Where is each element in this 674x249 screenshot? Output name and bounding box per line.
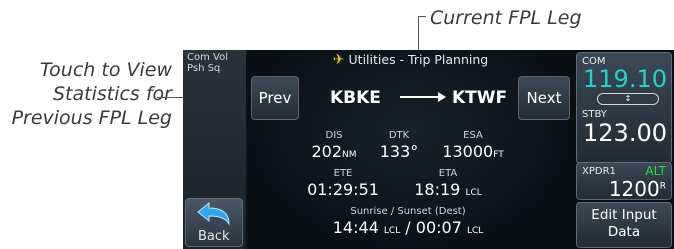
com-active-freq: 119.10	[583, 65, 667, 93]
leg-from-airport: KBKE	[330, 88, 381, 108]
dis-unit: NM	[342, 150, 357, 160]
airplane-icon: ✈	[332, 52, 345, 68]
dis-number: 202	[311, 142, 343, 161]
prev-leg-button[interactable]: Prev	[251, 76, 299, 120]
eta-label: ETA	[438, 168, 458, 179]
esa-value: 13000FT	[428, 142, 518, 161]
esa-label: ESA	[463, 130, 483, 141]
sunrise-sunset-value: 14:44 LCL / 00:07 LCL	[332, 218, 484, 237]
ete-value: 01:29:51	[307, 180, 379, 199]
left-bar: Com Vol Psh Sq Back	[183, 50, 246, 249]
sunrise-value: 14:44	[332, 218, 379, 237]
esa-number: 13000	[442, 142, 494, 161]
transponder-box[interactable]: XPDR1 ALT 1200R	[576, 162, 672, 201]
callout-line: Previous FPL Leg	[11, 107, 172, 129]
trip-planning-panel: ✈ Utilities - Trip Planning Prev Next KBK…	[248, 50, 573, 249]
page-title-text: Utilities - Trip Planning	[348, 52, 489, 67]
esa-unit: FT	[493, 150, 504, 160]
xpdr-mode: ALT	[645, 164, 666, 178]
xpdr-code-number: 1200	[608, 177, 660, 201]
swap-freq-icon[interactable]: ↕	[597, 93, 659, 105]
dis-label: DIS	[325, 130, 343, 141]
next-leg-button[interactable]: Next	[518, 76, 570, 120]
edit-input-label: Edit Input Data	[577, 207, 671, 241]
com-frequency-box[interactable]: COM 119.10 ↕ STBY 123.00	[576, 52, 672, 164]
xpdr-code: 1200R	[609, 177, 666, 201]
callout-line: Touch to View	[39, 59, 172, 81]
eta-value: 18:19 LCL	[408, 180, 488, 199]
leg-to-airport: KTWF	[452, 88, 508, 108]
psh-sq-label: Psh Sq	[187, 63, 221, 74]
xpdr-label: XPDR1	[582, 166, 616, 177]
dtk-value: 133°	[379, 142, 419, 161]
sunrise-sunset-label: Sunrise / Sunset (Dest)	[350, 206, 466, 217]
sunrise-unit: LCL	[383, 226, 401, 236]
back-button[interactable]: Back	[185, 198, 243, 247]
callout-prev-stats: Touch to View Statistics for Previous FP…	[0, 58, 172, 130]
com-vol-label: Com Vol	[187, 52, 228, 63]
device-screen: Com Vol Psh Sq Back ✈ Utilities - Trip Pl…	[183, 50, 674, 249]
right-bar: COM 119.10 ↕ STBY 123.00 XPDR1 ALT 1200R…	[574, 50, 674, 249]
callout-line: Statistics for	[52, 83, 172, 105]
back-arrow-icon	[197, 202, 230, 226]
com-vol-knob-label[interactable]: Com Vol Psh Sq	[187, 52, 228, 74]
sunset-value: 00:07	[415, 218, 462, 237]
edit-label-line: Data	[607, 224, 641, 240]
back-label: Back	[198, 229, 230, 244]
eta-number: 18:19	[414, 180, 461, 199]
xpdr-suffix: R	[659, 181, 666, 192]
page-title: ✈ Utilities - Trip Planning	[248, 52, 573, 68]
sunset-unit: LCL	[466, 226, 484, 236]
edit-input-data-button[interactable]: Edit Input Data	[576, 202, 672, 248]
leg-arrow-icon	[400, 92, 446, 102]
com-standby-freq: 123.00	[583, 119, 667, 147]
leader-line	[418, 16, 426, 17]
edit-label-line: Edit Input	[591, 207, 657, 223]
ete-label: ETE	[333, 168, 353, 179]
dtk-label: DTK	[388, 130, 410, 141]
dis-value: 202NM	[304, 142, 364, 161]
callout-current-leg: Current FPL Leg	[430, 7, 582, 29]
eta-unit: LCL	[465, 188, 482, 198]
